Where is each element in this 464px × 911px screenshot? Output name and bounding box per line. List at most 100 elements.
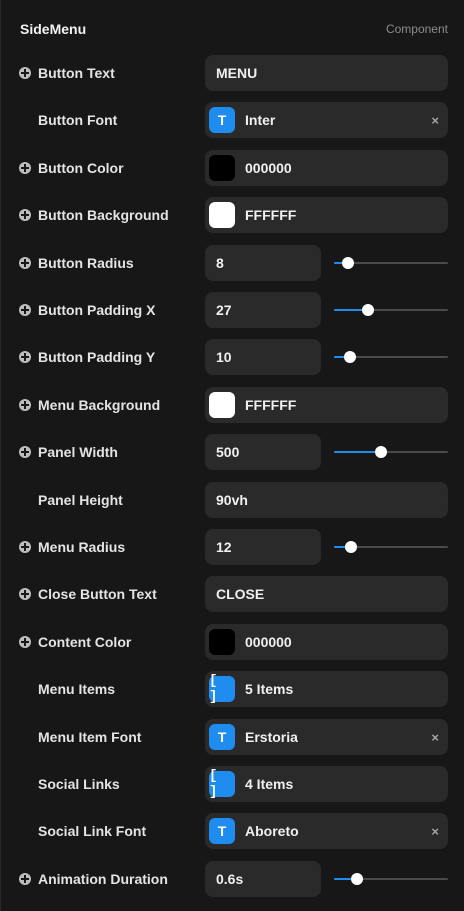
color-swatch[interactable] [209, 202, 235, 228]
menu-background-value: FFFFFF [245, 397, 297, 413]
color-swatch[interactable] [209, 392, 235, 418]
add-binding-icon[interactable] [19, 257, 31, 269]
property-row-button-radius: Button Radius 8 [1, 245, 464, 281]
add-binding-icon[interactable] [19, 304, 31, 316]
panel-width-field[interactable]: 500 [205, 434, 321, 470]
button-padding-y-field[interactable]: 10 [205, 339, 321, 375]
font-type-icon: T [209, 818, 235, 844]
slider-thumb[interactable] [375, 446, 387, 458]
add-binding-icon[interactable] [19, 446, 31, 458]
property-label-group: Animation Duration [19, 861, 168, 897]
clear-font-icon[interactable]: × [431, 813, 439, 849]
property-label-group: Content Color [19, 624, 131, 660]
button-text-field[interactable]: MENU [205, 55, 448, 91]
button-color-field[interactable]: 000000 [205, 150, 448, 186]
panel-height-field[interactable]: 90vh [205, 482, 448, 518]
button-font-value: Inter [245, 112, 276, 128]
property-label: Menu Radius [38, 539, 126, 555]
property-label-group: Social Links [19, 766, 120, 802]
property-label: Menu Item Font [38, 729, 142, 745]
property-label: Button Background [38, 207, 169, 223]
add-binding-icon[interactable] [19, 873, 31, 885]
slider-thumb[interactable] [342, 257, 354, 269]
add-binding-icon[interactable] [19, 209, 31, 221]
property-row-button-padding-y: Button Padding Y 10 [1, 339, 464, 375]
property-label-group: Close Button Text [19, 576, 157, 612]
content-color-field[interactable]: 000000 [205, 624, 448, 660]
property-row-menu-background: Menu Background FFFFFF [1, 387, 464, 423]
button-background-value: FFFFFF [245, 207, 297, 223]
social-links-field[interactable]: [ ] 4 Items [205, 766, 448, 802]
menu-background-field[interactable]: FFFFFF [205, 387, 448, 423]
property-row-social-links: Social Links [ ] 4 Items [1, 766, 464, 802]
button-radius-field[interactable]: 8 [205, 245, 321, 281]
property-row-panel-height: Panel Height 90vh [1, 482, 464, 518]
button-padding-x-slider[interactable] [334, 292, 448, 328]
property-row-menu-items: Menu Items [ ] 5 Items [1, 671, 464, 707]
add-binding-icon[interactable] [19, 541, 31, 553]
menu-items-field[interactable]: [ ] 5 Items [205, 671, 448, 707]
property-label-group: Button Radius [19, 245, 134, 281]
add-binding-icon[interactable] [19, 588, 31, 600]
array-items-icon: [ ] [209, 673, 235, 705]
button-font-field[interactable]: T Inter × [205, 102, 448, 138]
property-label-group: Button Color [19, 150, 124, 186]
button-radius-slider[interactable] [334, 245, 448, 281]
color-swatch[interactable] [209, 155, 235, 181]
animation-duration-slider[interactable] [334, 861, 448, 897]
animation-duration-field[interactable]: 0.6s [205, 861, 321, 897]
property-label-group: Button Padding X [19, 292, 155, 328]
button-text-value: MENU [216, 65, 258, 81]
property-row-menu-radius: Menu Radius 12 [1, 529, 464, 565]
panel-width-slider[interactable] [334, 434, 448, 470]
animation-duration-value: 0.6s [216, 871, 244, 887]
property-label: Close Button Text [38, 586, 157, 602]
clear-font-icon[interactable]: × [431, 102, 439, 138]
menu-radius-field[interactable]: 12 [205, 529, 321, 565]
slider-thumb[interactable] [344, 351, 356, 363]
add-binding-icon[interactable] [19, 351, 31, 363]
property-label-group: Button Font [19, 102, 117, 138]
color-swatch[interactable] [209, 629, 235, 655]
property-label: Panel Height [38, 492, 123, 508]
button-padding-y-slider[interactable] [334, 339, 448, 375]
add-binding-icon[interactable] [19, 162, 31, 174]
slider-fill [334, 451, 381, 453]
property-label-group: Button Background [19, 197, 169, 233]
property-label: Button Text [38, 65, 115, 81]
property-label-group: Menu Items [19, 671, 115, 707]
property-label: Social Link Font [38, 823, 147, 839]
property-label: Button Radius [38, 255, 134, 271]
property-row-button-color: Button Color 000000 [1, 150, 464, 186]
property-row-social-link-font: Social Link Font T Aboreto × [1, 813, 464, 849]
button-background-field[interactable]: FFFFFF [205, 197, 448, 233]
button-color-value: 000000 [245, 160, 292, 176]
property-label-group: Button Text [19, 55, 115, 91]
clear-font-icon[interactable]: × [431, 719, 439, 755]
property-label: Button Color [38, 160, 124, 176]
add-binding-icon[interactable] [19, 399, 31, 411]
property-row-content-color: Content Color 000000 [1, 624, 464, 660]
property-label: Button Padding Y [38, 349, 156, 365]
font-type-icon: T [209, 107, 235, 133]
add-binding-icon[interactable] [19, 636, 31, 648]
menu-items-value: 5 Items [245, 681, 294, 697]
menu-item-font-value: Erstoria [245, 729, 298, 745]
property-label-group: Menu Background [19, 387, 160, 423]
button-padding-x-value: 27 [216, 302, 232, 318]
slider-thumb[interactable] [351, 873, 363, 885]
menu-item-font-field[interactable]: T Erstoria × [205, 719, 448, 755]
social-link-font-field[interactable]: T Aboreto × [205, 813, 448, 849]
menu-radius-slider[interactable] [334, 529, 448, 565]
property-label-group: Button Padding Y [19, 339, 155, 375]
property-row-button-font: Button Font T Inter × [1, 102, 464, 138]
button-padding-x-field[interactable]: 27 [205, 292, 321, 328]
slider-thumb[interactable] [362, 304, 374, 316]
array-items-icon: [ ] [209, 768, 235, 800]
property-label-group: Panel Height [19, 482, 123, 518]
close-button-text-field[interactable]: CLOSE [205, 576, 448, 612]
property-label: Social Links [38, 776, 120, 792]
button-padding-y-value: 10 [216, 349, 232, 365]
add-binding-icon[interactable] [19, 67, 31, 79]
slider-thumb[interactable] [345, 541, 357, 553]
